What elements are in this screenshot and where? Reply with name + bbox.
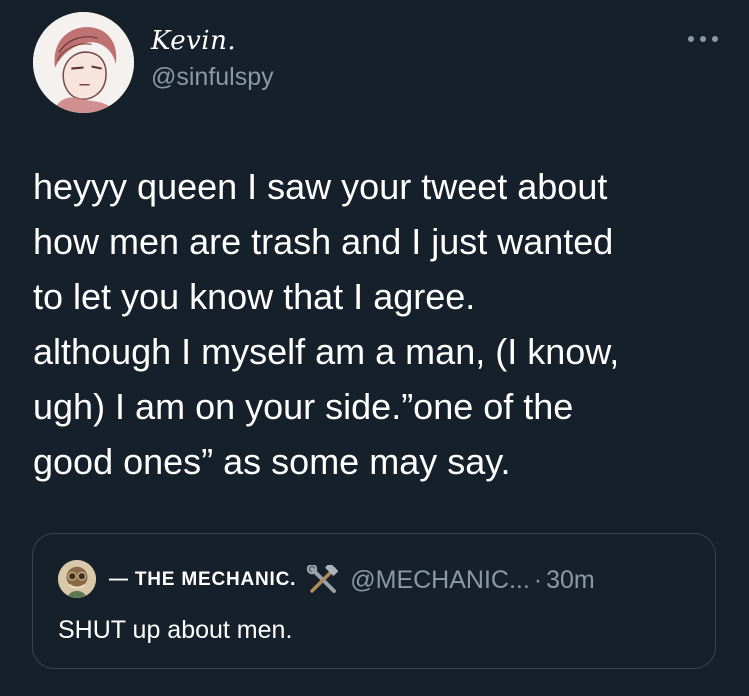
quoted-author-avatar[interactable] bbox=[58, 560, 96, 598]
author-handle[interactable]: @sinfulspy bbox=[151, 63, 274, 92]
hammer-and-wrench-icon bbox=[306, 565, 340, 595]
anime-sketch-avatar-icon bbox=[33, 12, 134, 113]
tweet: Kevin. @sinfulspy heyyy queen I saw your… bbox=[0, 0, 749, 696]
character-avatar-icon bbox=[58, 560, 96, 598]
author-display-name[interactable]: Kevin. bbox=[151, 26, 236, 56]
separator-dot: · bbox=[533, 565, 543, 594]
quoted-tweet-header: — THE MECHANIC. @MECHANIC... · 30m bbox=[109, 565, 595, 595]
quoted-tweet-text: SHUT up about men. bbox=[58, 616, 293, 644]
quoted-tweet-timestamp[interactable]: 30m bbox=[546, 566, 595, 595]
quoted-tweet-card[interactable]: — THE MECHANIC. @MECHANIC... · 30m SHUT … bbox=[32, 533, 716, 669]
author-avatar[interactable] bbox=[33, 12, 134, 113]
quoted-author-handle[interactable]: @MECHANIC... bbox=[350, 566, 530, 595]
quoted-author-display-name[interactable]: — THE MECHANIC. bbox=[109, 569, 296, 591]
tweet-text: heyyy queen I saw your tweet about how m… bbox=[33, 166, 620, 482]
more-horizontal-icon[interactable] bbox=[686, 30, 720, 48]
